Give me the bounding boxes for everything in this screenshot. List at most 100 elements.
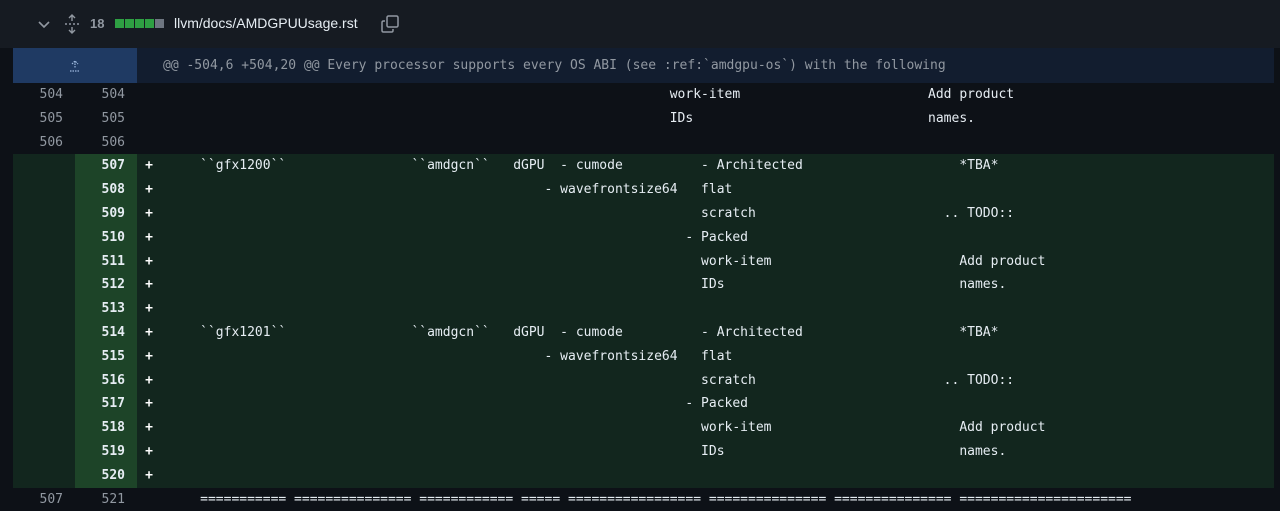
- old-line-number[interactable]: [13, 344, 75, 369]
- code-text: ``gfx1201`` ``amdgcn`` dGPU - cumode - A…: [161, 320, 1274, 345]
- old-line-number[interactable]: 504: [13, 83, 75, 107]
- code-text: work-item Add product: [161, 416, 1274, 440]
- new-line-number[interactable]: 520: [75, 463, 137, 488]
- new-line-number[interactable]: 515: [75, 344, 137, 369]
- new-line-number[interactable]: 519: [75, 439, 137, 464]
- new-line-number[interactable]: 506: [75, 131, 137, 155]
- new-line-number[interactable]: 513: [75, 297, 137, 321]
- file-header: 18 llvm/docs/AMDGPUUsage.rst: [0, 0, 1280, 48]
- diff-marker: +: [137, 344, 161, 369]
- added-line: 517 + - Packed: [13, 392, 1274, 417]
- code-text: - Packed: [161, 392, 1274, 417]
- code-text: - wavefrontsize64 flat: [161, 344, 1274, 369]
- diff-lines: 504 504 work-item Add product 505 505 IDs: [13, 83, 1274, 511]
- code-text: - Packed: [161, 225, 1274, 250]
- diff-marker: +: [137, 178, 161, 202]
- new-line-number[interactable]: 507: [75, 154, 137, 179]
- new-line-number[interactable]: 509: [75, 201, 137, 226]
- new-line-number[interactable]: 518: [75, 416, 137, 440]
- old-line-number[interactable]: 506: [13, 131, 75, 155]
- context-line: 507 521 =========== =============== =====…: [13, 487, 1274, 511]
- code-text: IDs names.: [161, 439, 1274, 464]
- new-line-number[interactable]: 505: [75, 107, 137, 131]
- file-path-link[interactable]: llvm/docs/AMDGPUUsage.rst: [174, 15, 358, 31]
- code-text: [161, 463, 1274, 488]
- new-line-number[interactable]: 516: [75, 368, 137, 393]
- old-line-number[interactable]: [13, 273, 75, 298]
- diff-marker: [137, 107, 161, 131]
- chevron-down-icon[interactable]: [36, 16, 52, 32]
- added-line: 508 + - wavefrontsize64 flat: [13, 178, 1274, 202]
- diff-marker: +: [137, 249, 161, 274]
- diff-marker: +: [137, 225, 161, 250]
- old-line-number[interactable]: [13, 201, 75, 226]
- code-text: - wavefrontsize64 flat: [161, 178, 1274, 202]
- code-text: work-item Add product: [161, 249, 1274, 274]
- added-line: 513 +: [13, 297, 1274, 321]
- added-line: 515 + - wavefrontsize64 flat: [13, 344, 1274, 369]
- diffstat-square: [155, 19, 164, 28]
- old-line-number[interactable]: [13, 225, 75, 250]
- old-line-number[interactable]: [13, 463, 75, 488]
- diff-marker: +: [137, 463, 161, 488]
- old-line-number[interactable]: [13, 368, 75, 393]
- new-line-number[interactable]: 511: [75, 249, 137, 274]
- new-line-number[interactable]: 512: [75, 273, 137, 298]
- diff-marker: +: [137, 297, 161, 321]
- added-line: 511 + work-item Add product: [13, 249, 1274, 274]
- code-text: =========== =============== ============…: [161, 491, 1132, 507]
- expand-up-icon: [70, 59, 80, 72]
- new-line-number[interactable]: 514: [75, 320, 137, 345]
- added-line: 512 + IDs names.: [13, 273, 1274, 298]
- copy-icon[interactable]: [380, 14, 400, 34]
- new-line-number[interactable]: 521: [75, 488, 137, 511]
- diff-table: @@ -504,6 +504,20 @@ Every processor sup…: [13, 48, 1274, 511]
- context-line: 505 505 IDs names.: [13, 106, 1274, 131]
- added-line: 510 + - Packed: [13, 225, 1274, 250]
- added-line: 514 + ``gfx1201`` ``amdgcn`` dGPU - cumod…: [13, 320, 1274, 345]
- new-line-number[interactable]: 508: [75, 178, 137, 202]
- diff-marker: [137, 488, 161, 511]
- diff-marker: [137, 83, 161, 107]
- diff-marker: +: [137, 392, 161, 417]
- code-text: scratch .. TODO::: [161, 368, 1274, 393]
- diff-marker: +: [137, 201, 161, 226]
- old-line-number[interactable]: [13, 392, 75, 417]
- added-line: 518 + work-item Add product: [13, 416, 1274, 440]
- old-line-number[interactable]: [13, 249, 75, 274]
- diff-marker: +: [137, 416, 161, 440]
- expand-up-button[interactable]: [13, 48, 137, 83]
- diff-marker: +: [137, 368, 161, 393]
- new-line-number[interactable]: 504: [75, 83, 137, 107]
- diffstat-square: [125, 19, 134, 28]
- hunk-header: @@ -504,6 +504,20 @@ Every processor sup…: [13, 48, 1274, 83]
- code-text: IDs names.: [161, 110, 975, 126]
- diff-marker: [137, 131, 161, 155]
- old-line-number[interactable]: [13, 178, 75, 202]
- code-text: work-item Add product: [161, 87, 1015, 102]
- added-line: 516 + scratch .. TODO::: [13, 368, 1274, 393]
- new-line-number[interactable]: 510: [75, 225, 137, 250]
- old-line-number[interactable]: 507: [13, 488, 75, 511]
- old-line-number[interactable]: [13, 320, 75, 345]
- code-text: IDs names.: [161, 273, 1274, 298]
- diffstat-square: [135, 19, 144, 28]
- old-line-number[interactable]: [13, 439, 75, 464]
- code-text: ``gfx1200`` ``amdgcn`` dGPU - cumode - A…: [161, 154, 1274, 179]
- diffstat-square: [145, 19, 154, 28]
- code-text: scratch .. TODO::: [161, 201, 1274, 226]
- diff-marker: +: [137, 154, 161, 179]
- added-line: 519 + IDs names.: [13, 439, 1274, 464]
- diffstat-bar: [115, 19, 164, 28]
- old-line-number[interactable]: [13, 416, 75, 440]
- added-line: 509 + scratch .. TODO::: [13, 201, 1274, 226]
- old-line-number[interactable]: 505: [13, 107, 75, 131]
- expand-all-icon[interactable]: [63, 14, 81, 34]
- hunk-header-text: @@ -504,6 +504,20 @@ Every processor sup…: [163, 58, 946, 73]
- new-line-number[interactable]: 517: [75, 392, 137, 417]
- change-count: 18: [90, 16, 105, 31]
- diff-marker: +: [137, 273, 161, 298]
- old-line-number[interactable]: [13, 154, 75, 179]
- old-line-number[interactable]: [13, 297, 75, 321]
